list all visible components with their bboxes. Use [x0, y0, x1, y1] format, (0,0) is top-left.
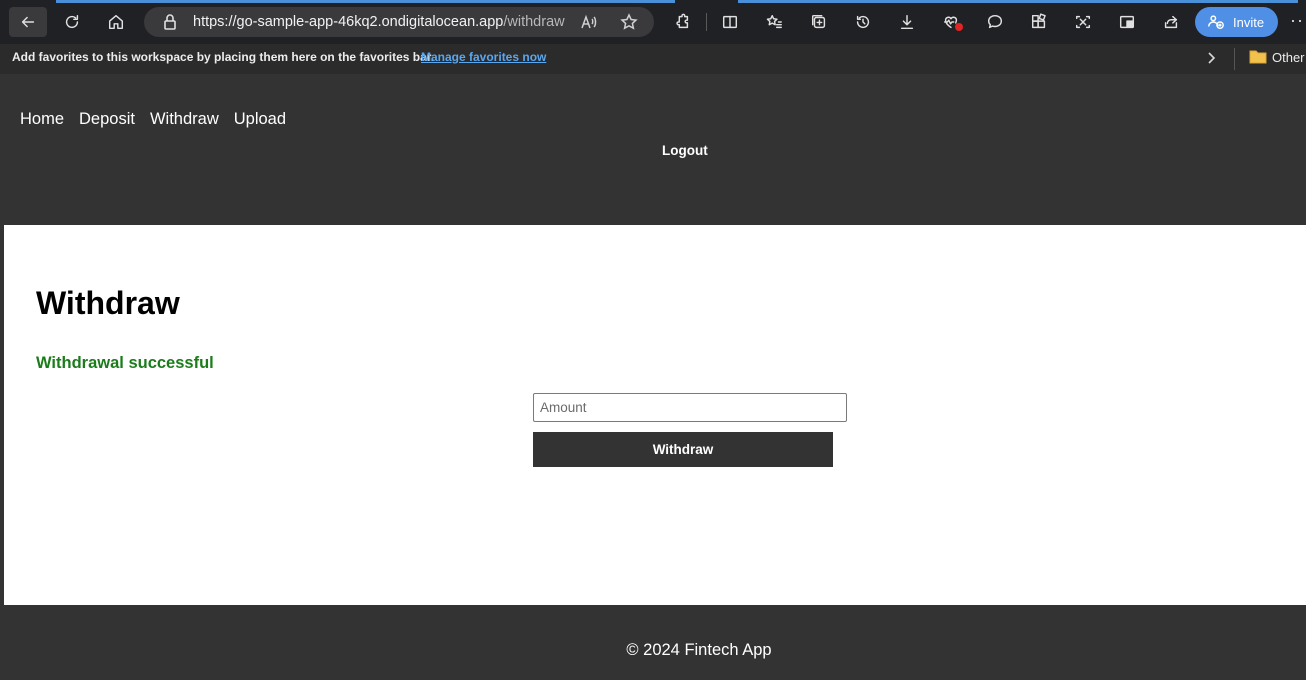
active-tab-indicator	[56, 0, 140, 3]
chat-bubble-icon	[987, 14, 1003, 29]
downloads-button[interactable]	[891, 7, 923, 37]
site-footer: © 2024 Fintech App	[0, 605, 1306, 680]
nav-link-withdraw[interactable]: Withdraw	[150, 110, 219, 129]
withdraw-submit-button[interactable]: Withdraw	[533, 432, 833, 467]
add-people-icon	[1208, 15, 1224, 30]
copilot-button[interactable]	[979, 7, 1011, 37]
logout-link[interactable]: Logout	[662, 143, 708, 158]
history-button[interactable]	[847, 7, 879, 37]
url-text: https://go-sample-app-46kq2.ondigitaloce…	[193, 14, 565, 30]
share-icon	[1164, 15, 1178, 29]
notification-dot	[955, 23, 963, 31]
home-icon	[108, 14, 124, 30]
site-header: Home Deposit Withdraw Upload Logout	[0, 74, 1306, 225]
favorite-star-icon[interactable]	[620, 13, 638, 36]
favorites-bar: Add favorites to this workspace by placi…	[0, 44, 1306, 74]
favorites-bar-message: Add favorites to this workspace by placi…	[12, 50, 435, 64]
home-button[interactable]	[100, 7, 132, 37]
apps-icon	[1031, 13, 1046, 29]
more-options-icon[interactable]: ···	[1290, 10, 1306, 31]
refresh-button[interactable]	[56, 7, 88, 37]
tab-strip-highlight-right	[738, 0, 1298, 3]
status-message: Withdrawal successful	[36, 354, 214, 372]
favorites-separator	[1234, 48, 1235, 70]
workspace-icon	[1119, 15, 1135, 29]
screenshot-icon	[1075, 15, 1091, 29]
amount-input[interactable]	[533, 393, 847, 422]
history-icon	[856, 15, 870, 29]
chevron-right-icon[interactable]	[1203, 50, 1219, 71]
back-button[interactable]	[9, 7, 47, 37]
split-screen-icon	[722, 15, 738, 29]
invite-label: Invite	[1233, 14, 1265, 30]
tab-strip-highlight	[130, 0, 675, 3]
invite-button[interactable]: Invite	[1195, 7, 1278, 37]
workspace-button[interactable]	[1111, 7, 1143, 37]
screenshot-button[interactable]	[1067, 7, 1099, 37]
folder-icon	[1249, 50, 1267, 64]
split-screen-button[interactable]	[714, 7, 746, 37]
collections-button[interactable]	[803, 7, 835, 37]
other-favorites-folder[interactable]: Other	[1272, 50, 1305, 65]
read-aloud-icon[interactable]	[580, 13, 598, 36]
lock-icon	[162, 13, 178, 36]
apps-button[interactable]	[1023, 7, 1055, 37]
collections-icon	[811, 14, 826, 29]
favorites-button[interactable]	[758, 7, 790, 37]
manage-favorites-link[interactable]: Manage favorites now	[421, 50, 546, 64]
page-title: Withdraw	[36, 285, 180, 321]
toolbar-separator	[706, 13, 707, 31]
puzzle-icon	[676, 13, 689, 29]
nav-link-deposit[interactable]: Deposit	[79, 110, 135, 129]
nav-link-home[interactable]: Home	[20, 110, 64, 129]
favorites-list-icon	[766, 14, 782, 29]
download-icon	[900, 14, 914, 30]
address-bar[interactable]: https://go-sample-app-46kq2.ondigitaloce…	[144, 7, 654, 37]
health-button[interactable]	[935, 7, 967, 37]
footer-copyright: © 2024 Fintech App	[626, 641, 772, 659]
url-path: /withdraw	[503, 14, 565, 30]
arrow-left-icon	[21, 16, 35, 28]
main-content: Withdraw Withdrawal successful Withdraw	[4, 225, 1306, 605]
nav-link-upload[interactable]: Upload	[234, 110, 286, 129]
extensions-button[interactable]	[666, 7, 698, 37]
main-nav: Home Deposit Withdraw Upload	[20, 110, 286, 129]
browser-toolbar: https://go-sample-app-46kq2.ondigitaloce…	[0, 0, 1306, 44]
url-host: https://go-sample-app-46kq2.ondigitaloce…	[193, 14, 504, 30]
share-button[interactable]	[1155, 7, 1187, 37]
refresh-icon	[65, 14, 79, 29]
